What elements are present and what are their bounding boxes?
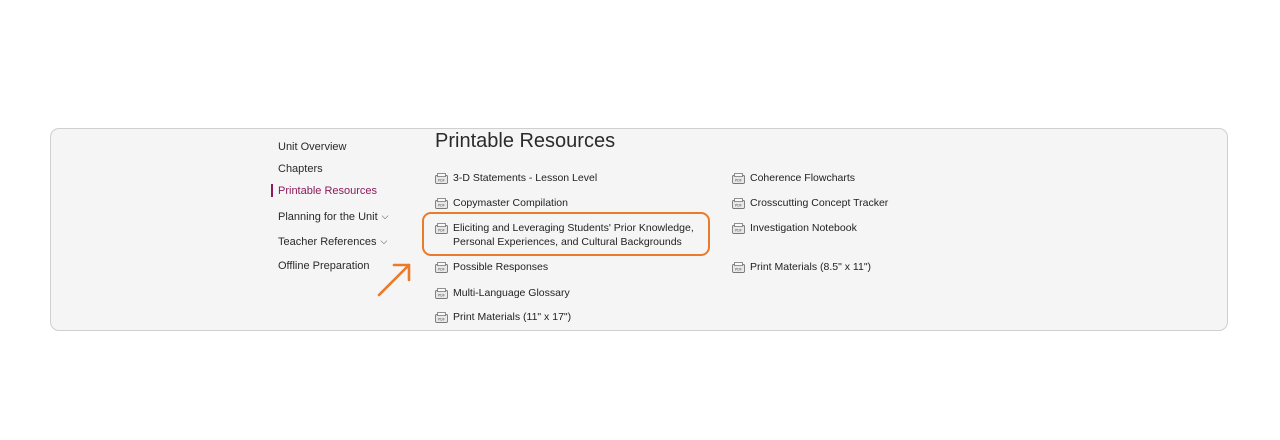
pdf-icon: [435, 288, 448, 299]
resource-label: Possible Responses: [453, 261, 549, 273]
pdf-icon: [435, 223, 448, 234]
pdf-icon: [435, 198, 448, 209]
resource-label: Print Materials (8.5" x 11"): [750, 261, 872, 273]
sidebar-item-chapters[interactable]: Chapters: [278, 162, 418, 184]
resource-link-print-materials-8-5x11[interactable]: Print Materials (8.5" x 11"): [750, 260, 871, 274]
resource-label: Copymaster Compilation: [453, 197, 568, 209]
sidebar-item-planning-for-the-unit[interactable]: Planning for the Unit ⌵: [278, 209, 418, 234]
resource-label: Investigation Notebook: [750, 222, 857, 234]
pdf-icon: [435, 312, 448, 323]
resource-label: 3-D Statements - Lesson Level: [453, 172, 598, 184]
sidebar-item-teacher-references[interactable]: Teacher References ⌵: [278, 234, 418, 259]
resource-link-print-materials-11x17[interactable]: Print Materials (11" x 17"): [453, 310, 571, 324]
pdf-icon: [435, 173, 448, 184]
resource-link-possible-responses[interactable]: Possible Responses: [453, 260, 548, 274]
chevron-down-icon: ⌵: [380, 236, 388, 246]
resources-panel: Unit Overview Chapters Printable Resourc…: [50, 128, 1228, 331]
pdf-icon: [732, 262, 745, 273]
pdf-icon: [732, 198, 745, 209]
resource-link-copymaster-compilation[interactable]: Copymaster Compilation: [453, 196, 568, 210]
arrow-icon: [377, 263, 411, 297]
page-title: Printable Resources: [435, 130, 616, 152]
sidebar-item-label: Teacher References: [278, 236, 377, 248]
resource-label-line-2: Personal Experiences, and Cultural Backg…: [453, 236, 682, 248]
pdf-icon: [435, 262, 448, 273]
chevron-down-icon: ⌵: [381, 211, 389, 221]
sidebar-item-label: Planning for the Unit: [278, 211, 378, 223]
resource-link-multi-language-glossary[interactable]: Multi-Language Glossary: [453, 286, 570, 300]
pdf-icon: [732, 223, 745, 234]
pdf-icon: [732, 173, 745, 184]
resource-label: Multi-Language Glossary: [453, 287, 570, 299]
resource-label: Coherence Flowcharts: [750, 172, 856, 184]
sidebar-item-printable-resources[interactable]: Printable Resources: [271, 184, 418, 209]
resource-link-investigation-notebook[interactable]: Investigation Notebook: [750, 221, 857, 235]
resource-label: Crosscutting Concept Tracker: [750, 197, 889, 209]
resource-link-3d-statements[interactable]: 3-D Statements - Lesson Level: [453, 171, 597, 185]
resource-link-coherence-flowcharts[interactable]: Coherence Flowcharts: [750, 171, 855, 185]
sidebar-item-unit-overview[interactable]: Unit Overview: [278, 140, 418, 162]
resource-label-line-1: Eliciting and Leveraging Students' Prior…: [453, 222, 694, 234]
resource-link-eliciting-and-leveraging[interactable]: Eliciting and Leveraging Students' Prior…: [453, 221, 694, 249]
resource-label: Print Materials (11" x 17"): [453, 311, 572, 323]
resource-link-crosscutting-concept-tracker[interactable]: Crosscutting Concept Tracker: [750, 196, 888, 210]
